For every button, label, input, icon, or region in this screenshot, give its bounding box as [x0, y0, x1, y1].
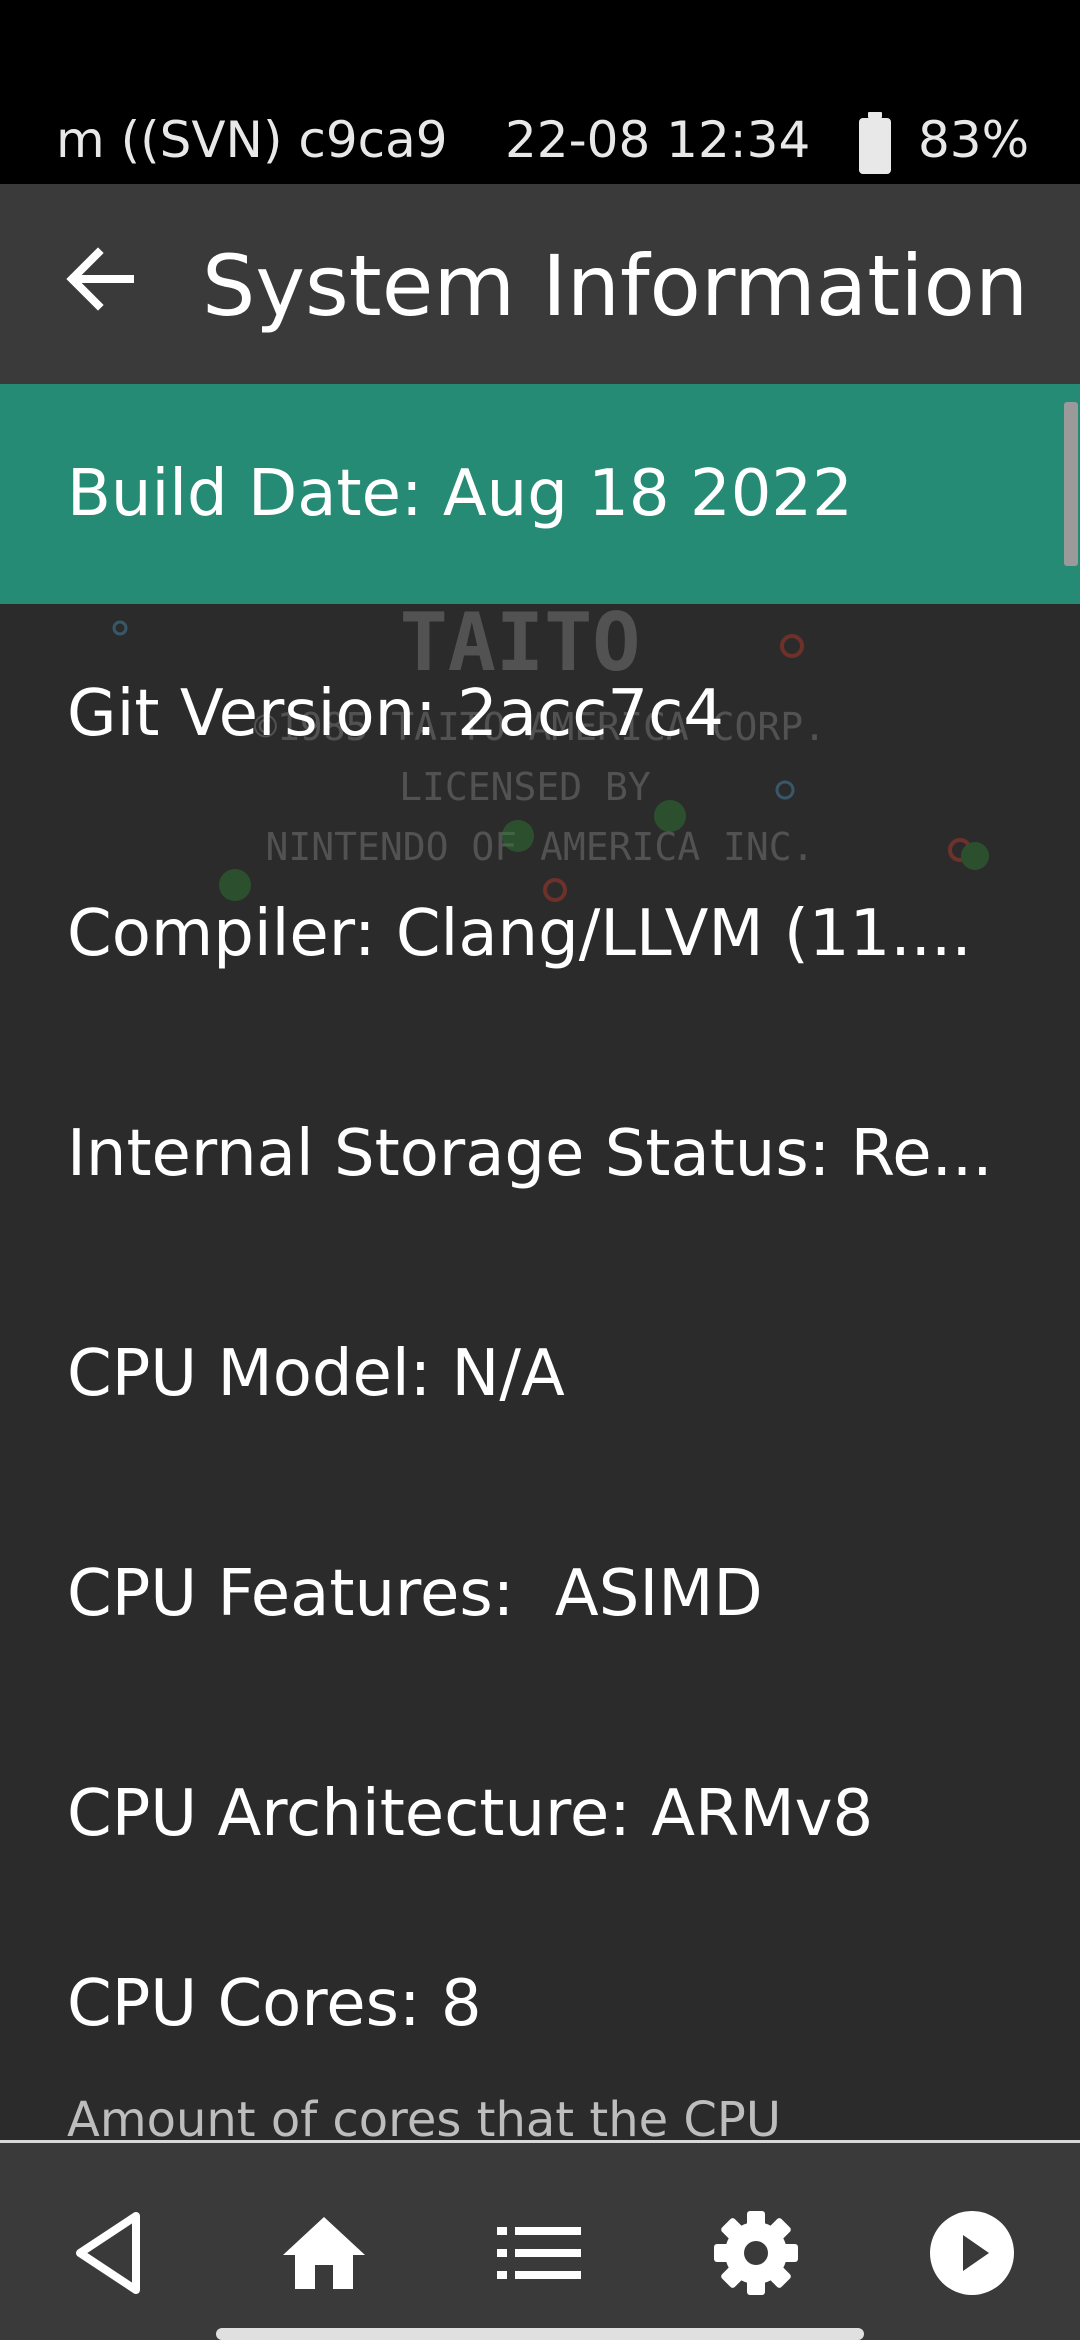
list-item-cpu-model[interactable]: CPU Model: N/A: [0, 1264, 1080, 1484]
list-item-label: Git Version: 2acc7c4: [67, 677, 724, 751]
app-bar: System Information: [0, 184, 1080, 384]
status-bar: m ((SVN) c9ca9 22-08 12:34 83%: [0, 0, 1080, 184]
nav-settings-button[interactable]: [696, 2193, 816, 2313]
list-item-label: Compiler: Clang/LLVM (11....: [67, 897, 972, 971]
status-battery-percent: 83%: [918, 111, 1030, 169]
arrow-left-icon: [66, 247, 134, 311]
list-item-label: CPU Cores: 8: [67, 1967, 482, 2041]
list-item-git-version[interactable]: Git Version: 2acc7c4: [0, 604, 1080, 824]
back-triangle-icon: [76, 2212, 140, 2294]
page-title: System Information: [202, 237, 1029, 335]
bottom-nav: [0, 2140, 1080, 2340]
home-icon: [283, 2217, 365, 2289]
list-item-cpu-cores[interactable]: CPU Cores: 8 Amount of cores that the CP…: [0, 1924, 1080, 2140]
nav-home-button[interactable]: [264, 2193, 384, 2313]
list-item-compiler[interactable]: Compiler: Clang/LLVM (11....: [0, 824, 1080, 1044]
nav-back-button[interactable]: [48, 2193, 168, 2313]
nav-list-button[interactable]: [480, 2193, 600, 2313]
status-core-label: m ((SVN) c9ca9: [56, 111, 448, 169]
nav-play-button[interactable]: [912, 2193, 1032, 2313]
list-item-cpu-features[interactable]: CPU Features: ASIMD: [0, 1484, 1080, 1704]
list-icon: [497, 2227, 581, 2279]
settings-list[interactable]: TAITO ©1985 TAITO AMERICA CORP. LICENSED…: [0, 384, 1080, 2140]
play-circle-icon: [930, 2211, 1014, 2295]
status-datetime: 22-08 12:34: [505, 111, 811, 169]
battery-icon: [859, 112, 891, 174]
list-item-label: CPU Architecture: ARMv8: [67, 1777, 874, 1851]
home-indicator[interactable]: [216, 2328, 864, 2340]
list-item-label: CPU Model: N/A: [67, 1337, 565, 1411]
list-item-internal-storage[interactable]: Internal Storage Status: Re...: [0, 1044, 1080, 1264]
list-item-label: Internal Storage Status: Re...: [67, 1117, 993, 1191]
list-item-cpu-architecture[interactable]: CPU Architecture: ARMv8: [0, 1704, 1080, 1924]
list-item-label: Build Date: Aug 18 2022: [67, 457, 853, 531]
gear-icon: [714, 2211, 798, 2295]
screen: m ((SVN) c9ca9 22-08 12:34 83% System In…: [0, 0, 1080, 2340]
scrollbar-thumb[interactable]: [1064, 402, 1078, 566]
back-button[interactable]: [40, 214, 160, 344]
list-item-build-date[interactable]: Build Date: Aug 18 2022: [0, 384, 1080, 604]
list-item-label: CPU Features: ASIMD: [67, 1557, 763, 1631]
list-item-description: Amount of cores that the CPU: [67, 2092, 781, 2140]
